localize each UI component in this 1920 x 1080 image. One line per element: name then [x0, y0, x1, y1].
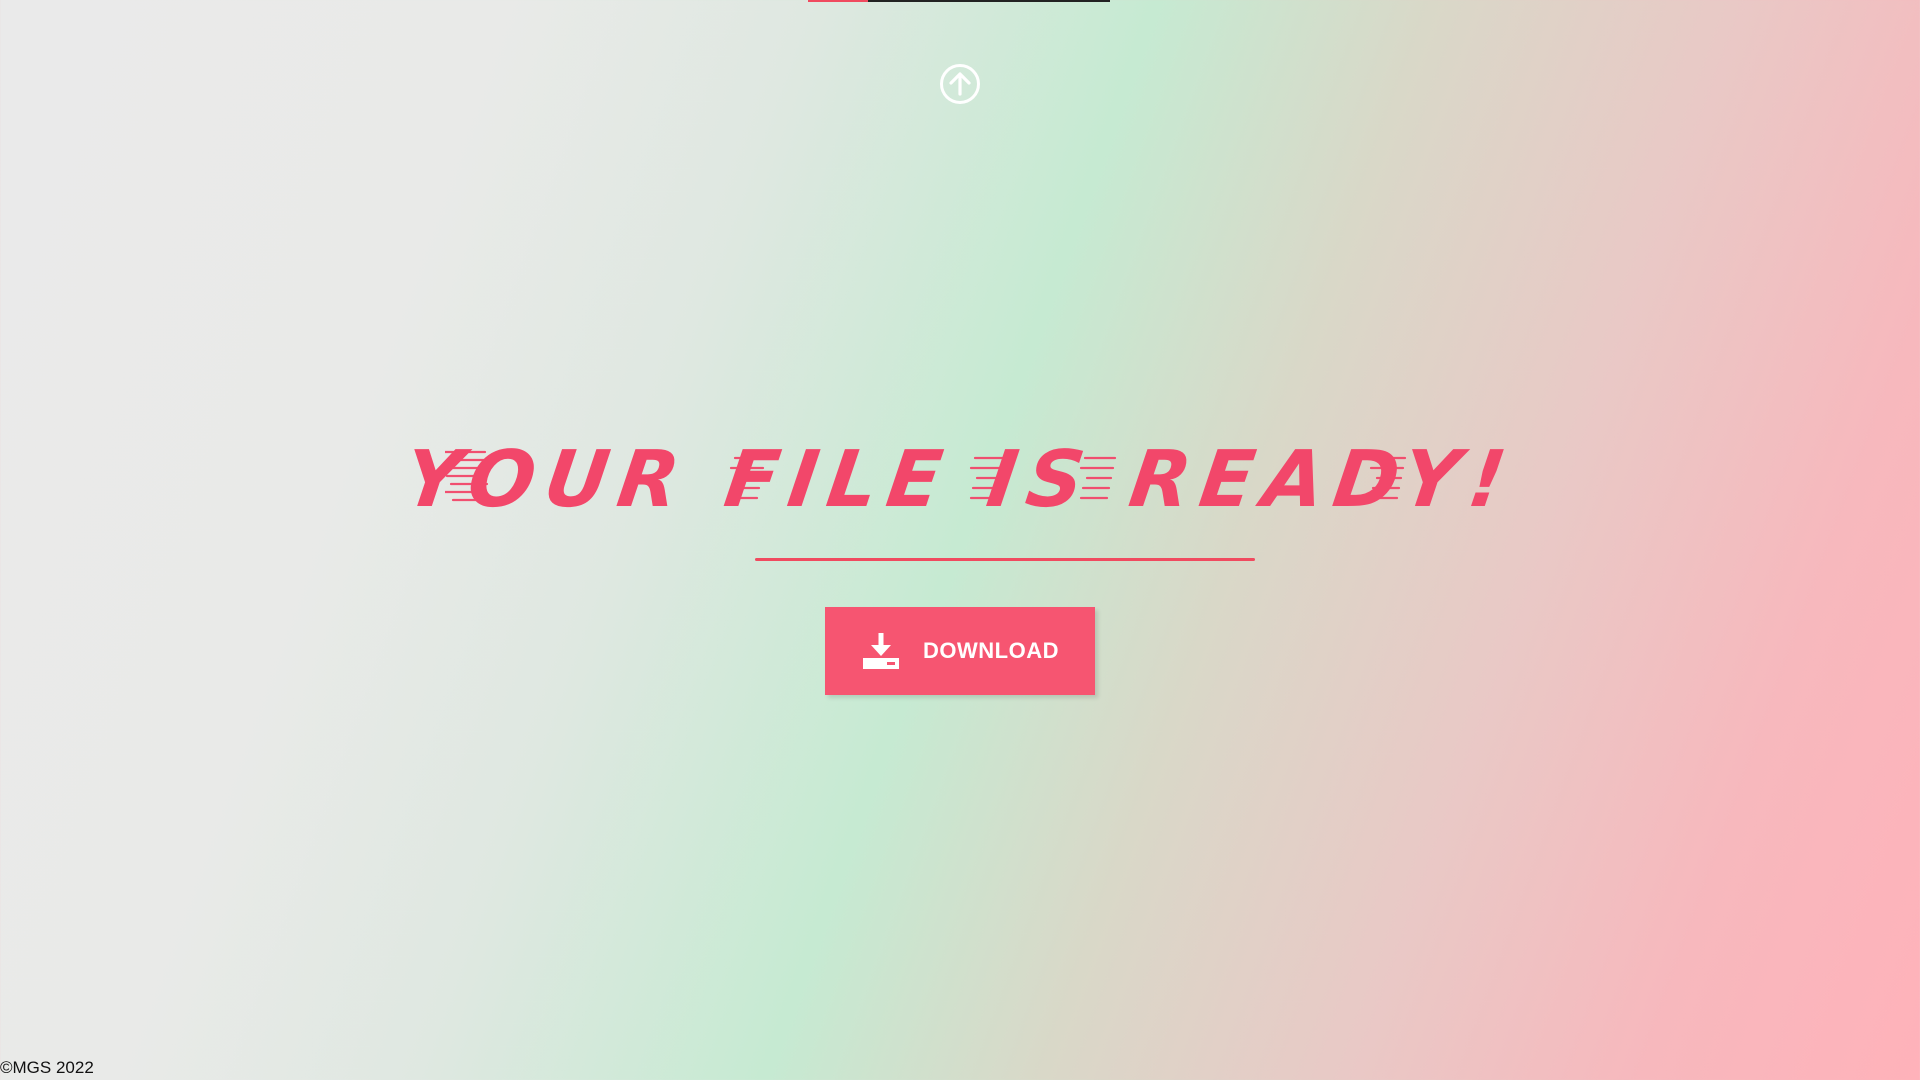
download-icon [863, 633, 899, 669]
top-progress-fill [808, 0, 869, 2]
top-progress-bar [808, 0, 1110, 2]
circle-arrow-up-icon [940, 64, 980, 104]
scroll-up-button[interactable] [938, 62, 982, 106]
copyright-text: ©MGS 2022 [0, 1058, 94, 1077]
download-button[interactable]: DOWNLOAD [825, 607, 1095, 695]
download-button-label: DOWNLOAD [923, 638, 1059, 663]
page-headline: YOUR FILE IS READY! [398, 435, 1522, 525]
headline-divider [755, 558, 1255, 561]
